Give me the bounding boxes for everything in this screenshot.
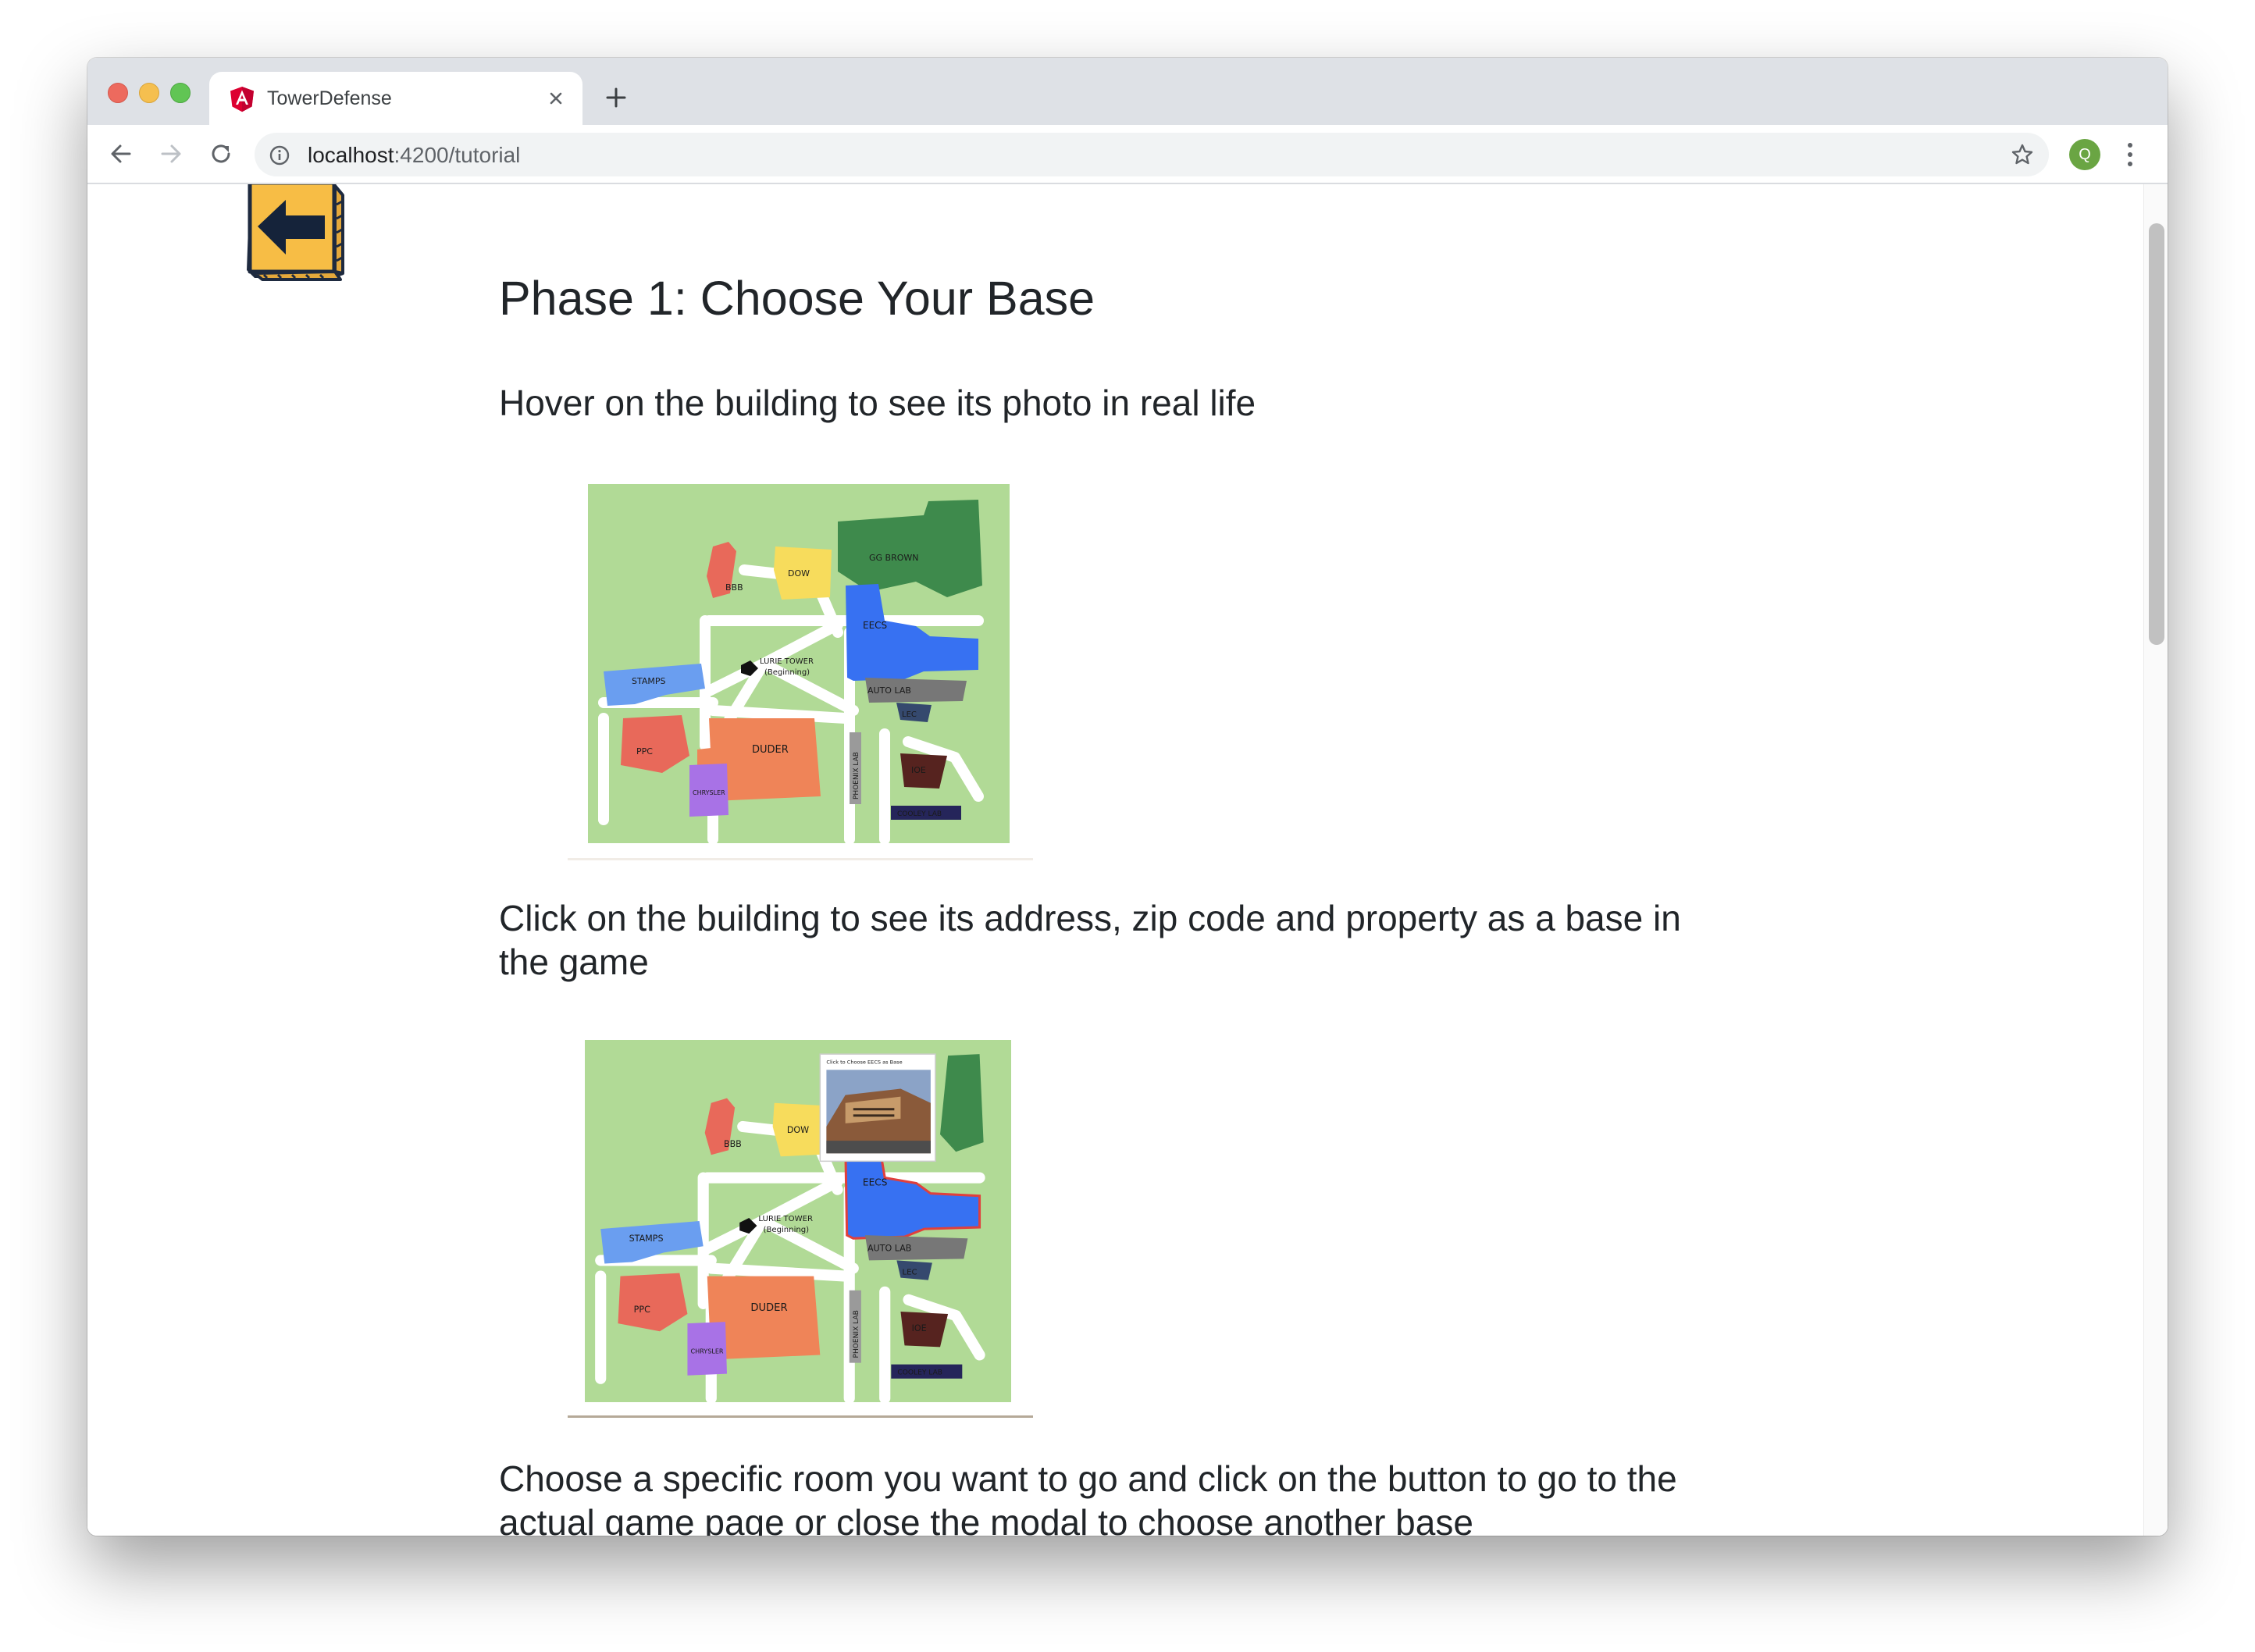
map-label-eecs-2: EECS: [863, 1177, 888, 1188]
map-label-autolab: AUTO LAB: [867, 685, 911, 696]
star-icon[interactable]: [2010, 142, 2035, 167]
close-window-button[interactable]: [108, 83, 128, 103]
map-label-ioe: IOE: [911, 765, 926, 775]
campus-map-image-popup: BBB DOW EECS LURIE TOWER (Beginning) STA…: [585, 1040, 1011, 1402]
click-instruction: Click on the building to see its address…: [499, 898, 1681, 982]
reload-icon[interactable]: [206, 139, 236, 169]
map-label-cooley: COOLEY LAB: [897, 810, 942, 818]
tab-bar: TowerDefense: [87, 58, 2168, 125]
building-popup[interactable]: Click to Choose EECS as Base: [819, 1053, 936, 1162]
campus-map-hover-figure: BBB DOW GG BROWN EECS LURIE TOWER (Begin…: [568, 484, 1033, 860]
map-label-duder-2: DUDER: [750, 1302, 787, 1314]
left-arrow-icon: [240, 184, 350, 286]
figure-divider: [568, 1415, 1033, 1418]
scrollbar-thumb[interactable]: [2149, 223, 2164, 645]
tab-title: TowerDefense: [267, 87, 392, 109]
map-label-lurie-sub-2: (Beginning): [764, 1226, 810, 1234]
scrollbar-track[interactable]: [2143, 184, 2168, 1536]
map-label-duder: DUDER: [752, 744, 789, 756]
map-label-bbb-2: BBB: [724, 1139, 742, 1149]
popup-caption: Click to Choose EECS as Base: [826, 1059, 902, 1065]
browser-toolbar: localhost:4200/tutorial Q: [87, 125, 2168, 184]
back-arrow-icon[interactable]: [106, 139, 136, 169]
map-label-ioe-2: IOE: [912, 1323, 927, 1333]
campus-map-image: BBB DOW GG BROWN EECS LURIE TOWER (Begin…: [588, 484, 1010, 843]
figure-divider: [568, 858, 1033, 860]
map-label-chrysler-2: CHRYSLER: [690, 1348, 723, 1355]
url-path: :4200/tutorial: [394, 143, 521, 167]
map-label-lurie: LURIE TOWER: [760, 657, 814, 666]
map-label-phoenix-2: PHOENIX LAB: [853, 1310, 860, 1358]
browser-window: TowerDefense localhost:4200/tutorial Q P…: [87, 58, 2168, 1536]
map-label-ggbrown: GG BROWN: [869, 553, 919, 563]
close-icon[interactable]: [545, 87, 567, 109]
map-label-lec: LEC: [902, 710, 917, 719]
map-label-bbb: BBB: [725, 582, 743, 593]
hover-instruction: Hover on the building to see its photo i…: [499, 383, 1256, 423]
map-label-chrysler: CHRYSLER: [693, 789, 725, 796]
campus-map-click-figure: BBB DOW EECS LURIE TOWER (Beginning) STA…: [568, 1040, 1033, 1418]
page-viewport: Phase 1: Choose Your Base Hover on the b…: [87, 184, 2168, 1536]
address-bar[interactable]: localhost:4200/tutorial: [255, 133, 2049, 176]
profile-avatar[interactable]: Q: [2069, 139, 2100, 170]
map-label-eecs: EECS: [863, 620, 887, 631]
angular-icon: [230, 86, 255, 112]
map-label-dow: DOW: [788, 568, 810, 579]
map-label-ppc-2: PPC: [634, 1305, 650, 1315]
map-label-lurie-sub: (Beginning): [764, 668, 810, 677]
map-label-phoenix: PHOENIX LAB: [853, 752, 860, 799]
maximize-window-button[interactable]: [170, 83, 191, 103]
plus-icon[interactable]: [603, 84, 629, 111]
kebab-menu-icon[interactable]: [2125, 141, 2135, 169]
map-label-lec-2: LEC: [902, 1269, 917, 1277]
url-text[interactable]: localhost:4200/tutorial: [308, 143, 520, 168]
url-host: localhost: [308, 143, 394, 167]
page-title: Phase 1: Choose Your Base: [499, 272, 1095, 325]
minimize-window-button[interactable]: [139, 83, 159, 103]
info-icon[interactable]: [269, 144, 290, 166]
map-label-autolab-2: AUTO LAB: [867, 1243, 911, 1253]
choose-instruction: Choose a specific room you want to go an…: [499, 1458, 1677, 1536]
map-label-stamps-2: STAMPS: [629, 1234, 664, 1244]
back-button[interactable]: [240, 184, 350, 283]
map-label-stamps: STAMPS: [632, 676, 665, 686]
map-label-lurie-2: LURIE TOWER: [758, 1215, 813, 1223]
map-label-ppc: PPC: [636, 746, 653, 757]
map-label-dow-2: DOW: [787, 1125, 809, 1135]
forward-arrow-icon[interactable]: [156, 139, 186, 169]
tab-towerdefense[interactable]: TowerDefense: [209, 72, 582, 125]
map-label-cooley-2: COOLEY LAB: [897, 1369, 942, 1377]
